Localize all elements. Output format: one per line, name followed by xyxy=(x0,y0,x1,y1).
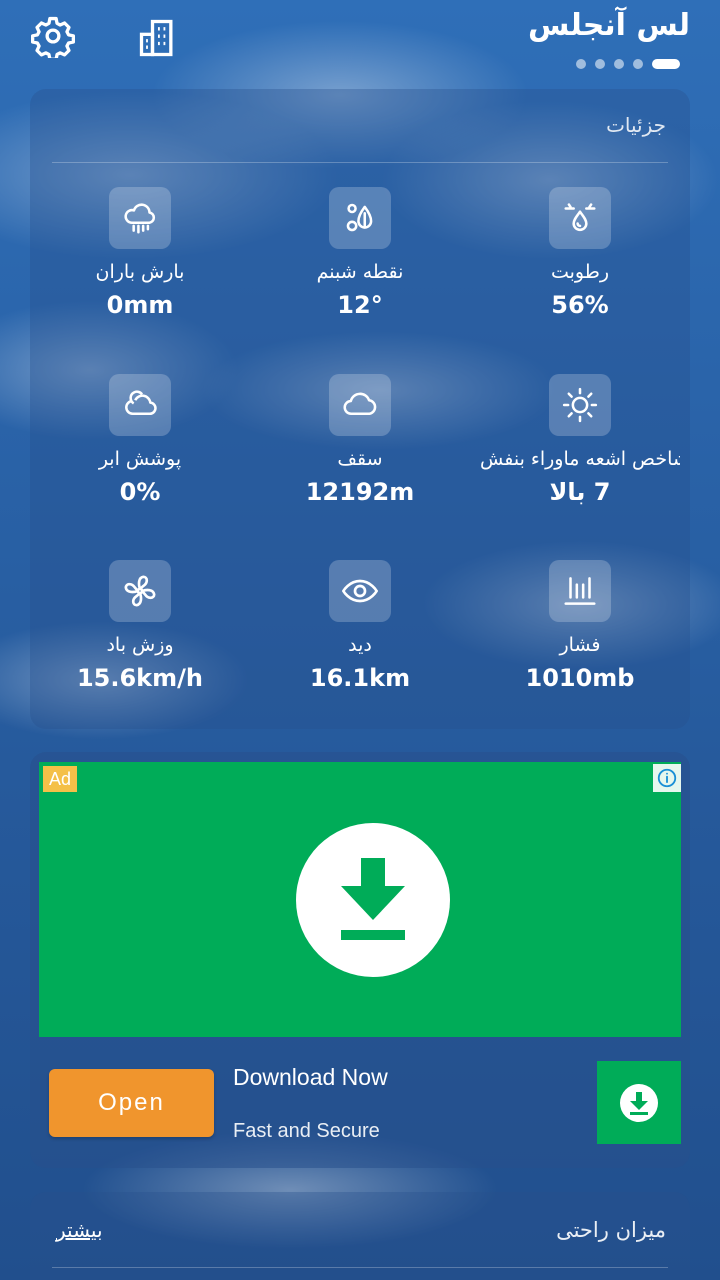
detail-humidity: رطوبت 56% xyxy=(470,187,690,367)
ad-title: Download Now xyxy=(233,1064,388,1090)
comfort-title: میزان راحتی xyxy=(556,1218,666,1242)
settings-gear-icon[interactable] xyxy=(29,12,77,60)
detail-value: 12192m xyxy=(305,478,415,506)
detail-uv-index: شاخص اشعه ماوراء بنفش 7 بالا xyxy=(470,374,690,554)
download-circle-icon xyxy=(620,1083,658,1122)
detail-cloud-cover: پوشش ابر 0% xyxy=(30,374,250,554)
cloud-cover-icon xyxy=(109,374,171,436)
info-icon[interactable] xyxy=(653,764,681,792)
detail-label: دید xyxy=(348,634,372,656)
page-dot[interactable] xyxy=(614,59,624,69)
top-bar: لس آنجلس xyxy=(0,0,720,85)
detail-dew-point: نقطه شبنم 12° xyxy=(250,187,470,367)
rain-cloud-icon xyxy=(109,187,171,249)
detail-label: شاخص اشعه ماوراء بنفش xyxy=(480,448,680,470)
detail-value: 16.1km xyxy=(309,664,411,692)
city-name: لس آنجلس xyxy=(528,8,690,43)
more-link[interactable]: بیشتر xyxy=(56,1218,103,1242)
uv-label-clip: شاخص اشعه ماوراء بنفش xyxy=(480,436,680,470)
divider xyxy=(52,162,668,163)
page-indicator xyxy=(576,59,680,69)
wind-fan-icon xyxy=(109,560,171,622)
ad-badge: Ad xyxy=(43,766,77,792)
city-list-building-icon[interactable] xyxy=(134,14,182,62)
sun-icon xyxy=(549,374,611,436)
detail-value: 56% xyxy=(551,291,609,319)
dew-point-icon xyxy=(329,187,391,249)
ad-download-button[interactable] xyxy=(597,1061,681,1144)
open-button[interactable]: Open xyxy=(49,1069,214,1137)
download-icon xyxy=(296,823,450,977)
detail-visibility: دید 16.1km xyxy=(250,560,470,740)
detail-wind: وزش باد 15.6km/h xyxy=(30,560,250,740)
ad-banner[interactable]: Ad xyxy=(39,762,681,1037)
detail-value: 15.6km/h xyxy=(76,664,204,692)
detail-label: سقف xyxy=(337,448,383,470)
page-dot[interactable] xyxy=(633,59,643,69)
detail-pressure: فشار 1010mb xyxy=(470,560,690,740)
detail-label: نقطه شبنم xyxy=(316,261,404,283)
divider xyxy=(52,1267,668,1268)
pressure-icon xyxy=(549,560,611,622)
details-title: جزئیات xyxy=(606,113,666,137)
page-dot-active[interactable] xyxy=(652,59,680,69)
detail-value: 12° xyxy=(337,291,383,319)
detail-value: 1010mb xyxy=(525,664,635,692)
detail-label: بارش باران xyxy=(95,261,185,283)
detail-label: پوشش ابر xyxy=(98,448,182,470)
page-dot[interactable] xyxy=(576,59,586,69)
details-card: جزئیات رطوبت 56% نقطه شبنم 12° بارش بارا… xyxy=(30,89,690,729)
detail-label: وزش باد xyxy=(106,634,174,656)
ad-card[interactable]: Ad Open Download Now Fast and Secure xyxy=(30,752,690,1168)
comfort-card: میزان راحتی بیشتر xyxy=(30,1192,690,1280)
visibility-eye-icon xyxy=(329,560,391,622)
detail-value: 0mm xyxy=(106,291,174,319)
detail-ceiling: سقف 12192m xyxy=(250,374,470,554)
page-dot[interactable] xyxy=(595,59,605,69)
detail-label: فشار xyxy=(559,634,601,656)
cloud-ceiling-icon xyxy=(329,374,391,436)
detail-label: رطوبت xyxy=(550,261,610,283)
ad-subtitle: Fast and Secure xyxy=(233,1120,380,1142)
detail-rain: بارش باران 0mm xyxy=(30,187,250,367)
detail-value: 0% xyxy=(119,478,161,506)
humidity-icon xyxy=(549,187,611,249)
detail-value: 7 بالا xyxy=(549,478,611,506)
